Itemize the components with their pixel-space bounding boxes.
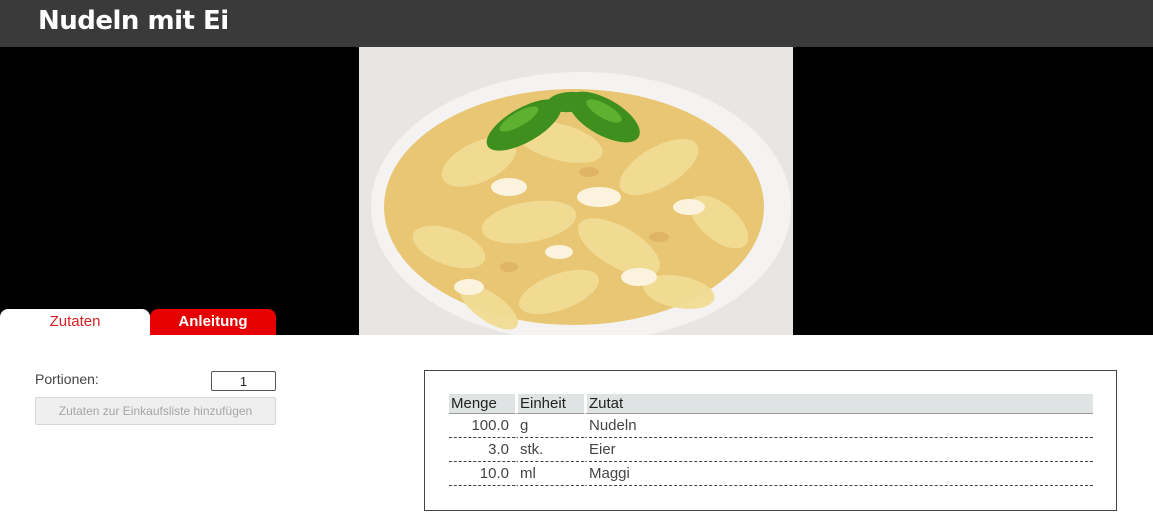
portions-input[interactable] [211,371,276,391]
table-row: 10.0 ml Maggi [449,462,1093,486]
cell-menge: 10.0 [449,462,515,486]
cell-einheit: ml [515,462,584,486]
cell-einheit: stk. [515,438,584,462]
cell-menge: 100.0 [449,414,515,438]
cell-zutat: Maggi [584,462,1093,486]
hero-banner [0,47,1153,335]
portions-label: Portionen: [35,371,99,387]
pasta-photo-illustration [359,47,793,335]
cell-menge: 3.0 [449,438,515,462]
add-to-shopping-list-button[interactable]: Zutaten zur Einkaufsliste hinzufügen [35,397,276,425]
recipe-photo [359,47,793,335]
cell-zutat: Nudeln [584,414,1093,438]
column-header-einheit: Einheit [515,394,584,414]
page-title: Nudeln mit Ei [38,6,229,36]
column-header-menge: Menge [449,394,515,414]
ingredients-table: Menge Einheit Zutat 100.0 g Nudeln 3.0 s… [449,394,1093,486]
table-row: 3.0 stk. Eier [449,438,1093,462]
column-header-zutat: Zutat [584,394,1093,414]
tab-zutaten[interactable]: Zutaten [0,309,150,335]
cell-zutat: Eier [584,438,1093,462]
table-header-row: Menge Einheit Zutat [449,394,1093,414]
tab-anleitung[interactable]: Anleitung [150,309,276,335]
cell-einheit: g [515,414,584,438]
app-header: Nudeln mit Ei [0,0,1153,47]
table-row: 100.0 g Nudeln [449,414,1093,438]
ingredients-panel: Menge Einheit Zutat 100.0 g Nudeln 3.0 s… [424,370,1117,511]
